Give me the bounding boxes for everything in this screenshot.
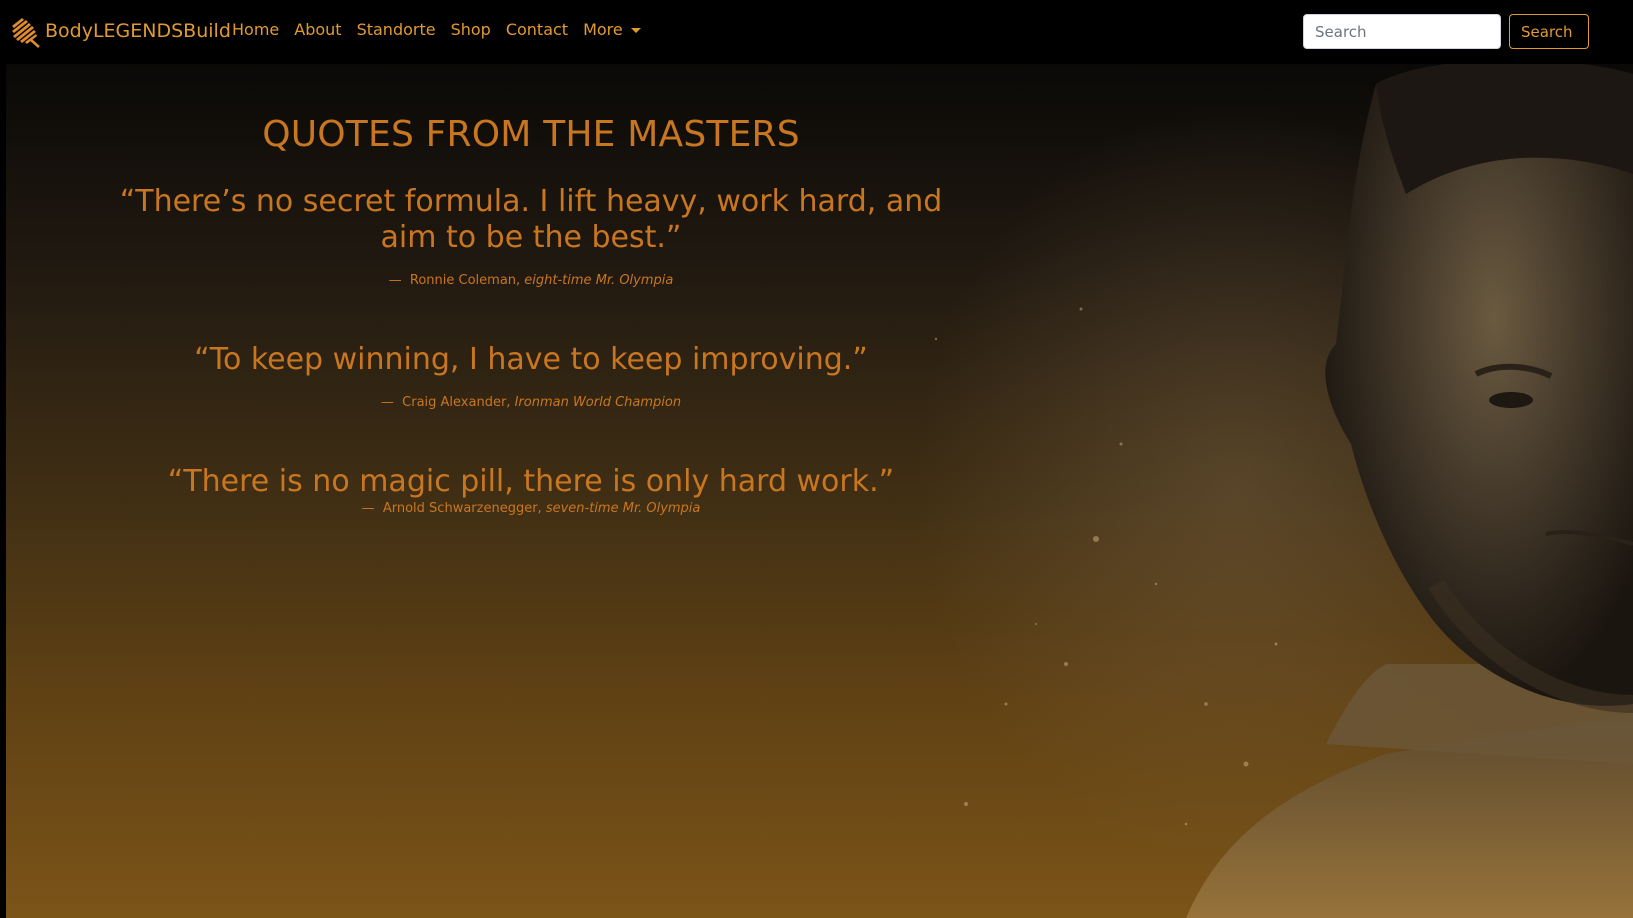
quote-author-role: eight-time Mr. Olympia [524, 273, 674, 288]
nav-more-dropdown[interactable]: More [583, 20, 641, 39]
search-input[interactable] [1303, 14, 1501, 49]
quote-citation: — Ronnie Coleman, eight-time Mr. Olympia [6, 273, 1056, 288]
nav-more-label: More [583, 20, 623, 39]
dash-separator: — [388, 273, 402, 288]
nav-about-link[interactable]: About [294, 20, 341, 39]
caret-down-icon [630, 28, 641, 33]
quote-text: “There is no magic pill, there is only h… [167, 464, 895, 499]
quote-text: “To keep winning, I have to keep improvi… [194, 342, 868, 377]
quote-citation: — Arnold Schwarzenegger, seven-time Mr. … [6, 501, 1056, 516]
quote-citation: — Craig Alexander, Ironman World Champio… [6, 395, 1056, 410]
nav-links: Home About Standorte Shop Contact More [232, 20, 641, 39]
nav-home-link[interactable]: Home [232, 20, 279, 39]
quote-text: “There’s no secret formula. I lift heavy… [119, 184, 943, 255]
dash-separator: — [361, 501, 375, 516]
quote-author-role: Ironman World Champion [514, 395, 682, 410]
quote-author: Ronnie Coleman, [409, 273, 521, 288]
dash-separator: — [380, 395, 394, 410]
nav-shop-link[interactable]: Shop [451, 20, 491, 39]
brand-logo-icon [12, 18, 40, 48]
page-title: QUOTES FROM THE MASTERS [262, 114, 800, 155]
nav-standorte-link[interactable]: Standorte [357, 20, 436, 39]
top-navbar: BodyLEGENDSBuild Home About Standorte Sh… [0, 0, 1633, 64]
brand-name: BodyLEGENDSBuild [45, 20, 231, 42]
nav-contact-link[interactable]: Contact [506, 20, 568, 39]
brand-link[interactable]: BodyLEGENDSBuild [9, 14, 231, 48]
quote-author-role: seven-time Mr. Olympia [545, 501, 701, 516]
search-button[interactable]: Search [1509, 14, 1589, 49]
quote-author: Craig Alexander, [402, 395, 511, 410]
quote-author: Arnold Schwarzenegger, [382, 501, 542, 516]
